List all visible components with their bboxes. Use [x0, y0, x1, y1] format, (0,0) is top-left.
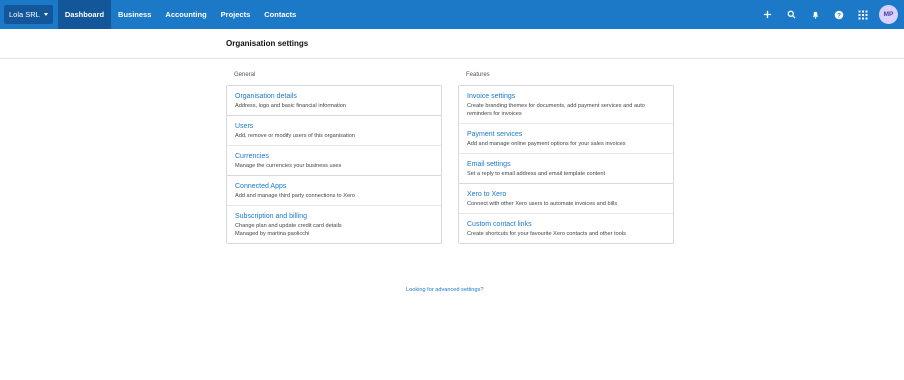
general-column: General Organisation details Address, lo… [226, 72, 442, 244]
setting-title[interactable]: Organisation details [235, 92, 433, 102]
settings-card: Users Add, remove or modify users of thi… [226, 115, 442, 176]
setting-title[interactable]: Xero to Xero [467, 190, 665, 200]
setting-connected-apps[interactable]: Connected Apps Add and manage third part… [227, 176, 441, 205]
settings-card: Xero to Xero Connect with other Xero use… [458, 183, 674, 244]
setting-subscription-billing[interactable]: Subscription and billing Change plan and… [227, 205, 441, 243]
setting-payment-services[interactable]: Payment services Add and manage online p… [459, 123, 673, 153]
setting-title[interactable]: Currencies [235, 152, 433, 162]
settings-card: Invoice settings Create branding themes … [458, 85, 674, 184]
settings-card: Organisation details Address, logo and b… [226, 85, 442, 116]
setting-title[interactable]: Invoice settings [467, 92, 665, 102]
setting-description: reminders for invoices [467, 111, 522, 117]
plus-icon[interactable] [755, 0, 779, 29]
setting-title[interactable]: Users [235, 122, 433, 132]
setting-title[interactable]: Custom contact links [467, 220, 665, 230]
features-section-label: Features [466, 72, 490, 78]
settings-card: Connected Apps Add and manage third part… [226, 175, 442, 244]
apps-grid-icon[interactable] [851, 0, 875, 29]
topbar-actions: ? MP [755, 0, 898, 29]
setting-description: Connect with other Xero users to automat… [467, 201, 618, 207]
search-icon[interactable] [779, 0, 803, 29]
general-section-label: General [234, 72, 256, 78]
setting-description: Add, remove or modify users of this orga… [235, 133, 356, 139]
setting-users[interactable]: Users Add, remove or modify users of thi… [227, 116, 441, 145]
nav-dashboard[interactable]: Dashboard [57, 0, 112, 29]
setting-description: Create shortcuts for your favourite Xero… [467, 231, 626, 237]
setting-description: Set a reply to email address and email t… [467, 171, 606, 177]
setting-custom-contact-links[interactable]: Custom contact links Create shortcuts fo… [459, 213, 673, 243]
page-header: Organisation settings [0, 29, 904, 59]
setting-currencies[interactable]: Currencies Manage the currencies your bu… [227, 145, 441, 175]
avatar[interactable]: MP [879, 5, 898, 24]
help-icon[interactable]: ? [827, 0, 851, 29]
nav-contacts[interactable]: Contacts [257, 0, 303, 29]
setting-description: Add and manage third party connections t… [235, 193, 356, 199]
page-title: Organisation settings [226, 39, 309, 48]
setting-description: Create branding themes for documents, ad… [467, 103, 645, 109]
organisation-name: Lola SRL [9, 10, 40, 19]
setting-title[interactable]: Email settings [467, 160, 665, 170]
setting-managed-by: Managed by martina paolicchi [235, 231, 310, 237]
nav-projects[interactable]: Projects [214, 0, 258, 29]
main-nav: Dashboard Business Accounting Projects C… [57, 0, 304, 29]
organisation-switcher[interactable]: Lola SRL [4, 5, 53, 24]
bell-icon[interactable] [803, 0, 827, 29]
setting-xero-to-xero[interactable]: Xero to Xero Connect with other Xero use… [459, 184, 673, 213]
setting-title[interactable]: Subscription and billing [235, 212, 433, 222]
chevron-down-icon [43, 13, 48, 16]
setting-description: Manage the currencies your business uses [235, 163, 342, 169]
nav-accounting[interactable]: Accounting [158, 0, 213, 29]
svg-text:?: ? [837, 12, 841, 19]
advanced-settings-link[interactable]: Looking for advanced settings? [406, 287, 483, 293]
nav-business[interactable]: Business [111, 0, 158, 29]
setting-organisation-details[interactable]: Organisation details Address, logo and b… [227, 86, 441, 115]
setting-invoice-settings[interactable]: Invoice settings Create branding themes … [459, 86, 673, 123]
setting-description: Add and manage online payment options fo… [467, 141, 626, 147]
setting-email-settings[interactable]: Email settings Set a reply to email addr… [459, 153, 673, 183]
features-column: Features Invoice settings Create brandin… [458, 72, 674, 244]
setting-description: Change plan and update credit card detai… [235, 223, 342, 229]
setting-title[interactable]: Payment services [467, 130, 665, 140]
setting-description: Address, logo and basic financial inform… [235, 103, 347, 109]
setting-title[interactable]: Connected Apps [235, 182, 433, 192]
top-navigation-bar: Lola SRL Dashboard Business Accounting P… [0, 0, 904, 29]
